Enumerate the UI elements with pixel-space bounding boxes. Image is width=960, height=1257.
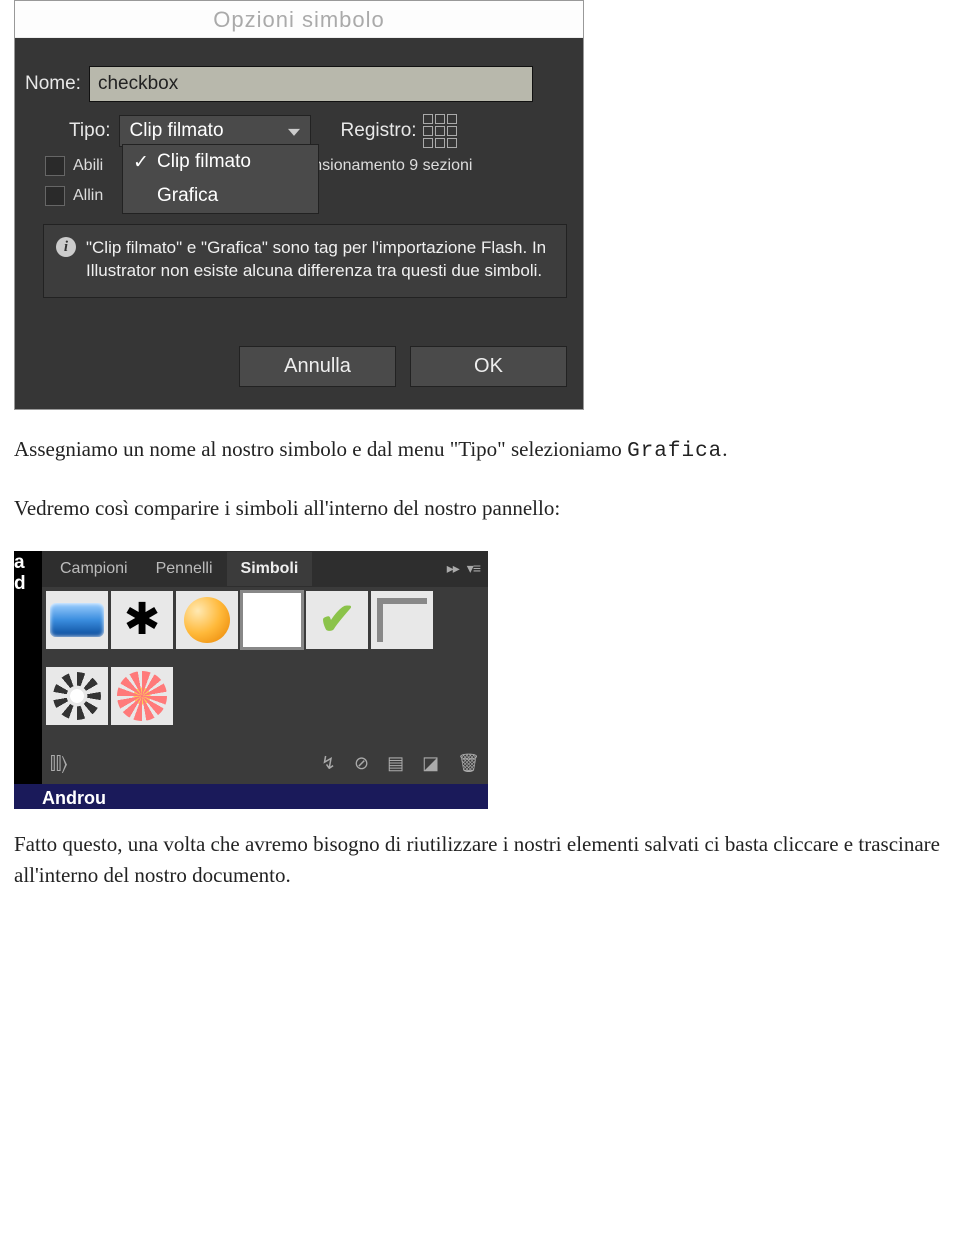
panel-tabs: Campioni Pennelli Simboli ▸▸ ▾≡ — [42, 551, 488, 587]
type-dropdown[interactable]: Clip filmato — [119, 115, 311, 147]
checkbox-align[interactable] — [45, 186, 65, 206]
library-icon[interactable]: ⫿⫿⟩ — [50, 753, 67, 774]
info-box: i "Clip filmato" e "Grafica" sono tag pe… — [43, 224, 567, 298]
symbol-corner[interactable] — [371, 591, 433, 649]
cb1-text-left: Abili — [73, 157, 103, 175]
registro-label: Registro: — [341, 120, 417, 142]
name-label: Nome: — [25, 73, 81, 95]
tab-simboli[interactable]: Simboli — [227, 552, 313, 586]
panel-left-strip: ad — [14, 551, 42, 784]
dropdown-item-grafica[interactable]: Grafica — [123, 179, 318, 213]
paragraph-1: Assegniamo un nome al nostro simbolo e d… — [14, 434, 940, 468]
symbol-ink-splat[interactable]: ✱ — [111, 591, 173, 649]
info-text: "Clip filmato" e "Grafica" sono tag per … — [86, 237, 554, 283]
symbol-gradient-bar[interactable] — [46, 591, 108, 649]
info-icon: i — [56, 237, 76, 257]
ok-button[interactable]: OK — [410, 346, 567, 387]
dialog-body: Nome: Tipo: Clip filmato Registro: Clip … — [15, 38, 583, 409]
panel-doc-label: Androu — [14, 784, 488, 809]
name-row: Nome: — [25, 66, 573, 102]
type-label: Tipo: — [69, 120, 111, 142]
type-row: Tipo: Clip filmato Registro: Clip filmat… — [69, 114, 573, 148]
symbol-white-box[interactable] — [241, 591, 303, 649]
symbol-checkmark[interactable]: ✔ — [306, 591, 368, 649]
tab-campioni[interactable]: Campioni — [46, 552, 142, 586]
dialog-buttons: Annulla OK — [25, 346, 567, 387]
dialog-titlebar: Opzioni simbolo — [15, 1, 583, 38]
delete-icon[interactable]: 🗑 — [457, 753, 480, 774]
menu-icon[interactable]: ▾≡ — [467, 560, 480, 577]
paragraph-2: Vedremo così comparire i simboli all'int… — [14, 493, 940, 525]
registration-grid[interactable] — [423, 114, 457, 148]
tab-pennelli[interactable]: Pennelli — [142, 552, 227, 586]
symbols-panel-wrapper: ad Campioni Pennelli Simboli ▸▸ ▾≡ ✱ ✔ — [14, 551, 488, 809]
symbol-orange-ball[interactable] — [176, 591, 238, 649]
dialog-title: Opzioni simbolo — [213, 7, 385, 32]
cb2-text-left: Allin — [73, 187, 103, 205]
paragraph-3: Fatto questo, una volta che avremo bisog… — [14, 829, 940, 892]
checkbox-9slice[interactable] — [45, 156, 65, 176]
document-text: Assegniamo un nome al nostro simbolo e d… — [14, 434, 940, 525]
symbols-panel: Campioni Pennelli Simboli ▸▸ ▾≡ ✱ ✔ ⫿⫿⟩ — [42, 551, 488, 784]
collapse-icon[interactable]: ▸▸ — [447, 560, 459, 577]
symbol-flower[interactable] — [111, 667, 173, 725]
new-symbol-icon[interactable]: ◪ — [422, 753, 439, 774]
panel-footer-bar: ⫿⫿⟩ ↯ ⊘ ▤ ◪ 🗑 — [42, 745, 488, 784]
place-icon[interactable]: ↯ — [321, 753, 336, 774]
document-text-3: Fatto questo, una volta che avremo bisog… — [14, 829, 940, 892]
cb1-text-right: nsionamento 9 sezioni — [313, 157, 472, 175]
options-icon[interactable]: ▤ — [387, 753, 404, 774]
cancel-button[interactable]: Annulla — [239, 346, 396, 387]
dropdown-item-clip[interactable]: Clip filmato — [123, 145, 318, 179]
symbol-spirograph[interactable] — [46, 667, 108, 725]
type-value: Clip filmato — [130, 120, 224, 141]
type-dropdown-menu: Clip filmato Grafica — [122, 144, 319, 214]
symbol-options-dialog: Opzioni simbolo Nome: Tipo: Clip filmato… — [14, 0, 584, 410]
break-link-icon[interactable]: ⊘ — [354, 753, 369, 774]
symbols-grid: ✱ ✔ — [42, 587, 488, 745]
name-input[interactable] — [89, 66, 533, 102]
